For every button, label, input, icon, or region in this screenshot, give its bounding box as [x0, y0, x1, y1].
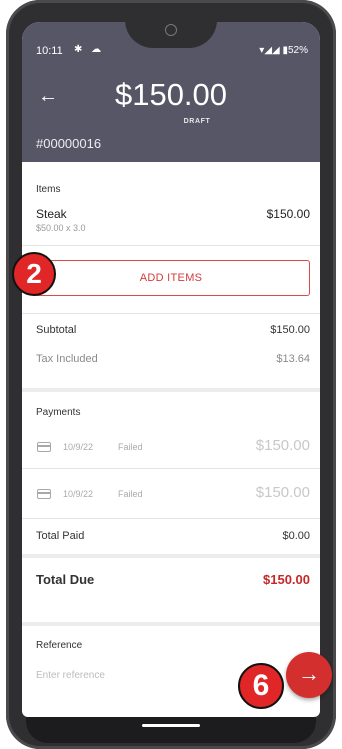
payment-status: Failed: [118, 489, 143, 499]
item-name: Steak: [36, 207, 67, 221]
total-paid-value: $0.00: [282, 530, 310, 542]
credit-card-icon: [37, 489, 51, 499]
order-number: #00000016: [36, 136, 102, 151]
subtotal-value: $150.00: [270, 324, 310, 336]
credit-card-icon: [37, 442, 51, 452]
add-items-button[interactable]: ADD ITEMS: [32, 260, 310, 296]
tax-value: $13.64: [276, 353, 310, 365]
subtotal-label: Subtotal: [36, 324, 77, 336]
order-amount: $150.00: [114, 77, 228, 112]
total-due-label: Total Due: [36, 572, 95, 587]
order-header: 10:11 ✱ ☁ ▾◢◢ ▮52% ← $150.00 DRAFT #0000…: [22, 22, 320, 162]
status-time: 10:11: [36, 45, 63, 57]
payment-date: 10/9/22: [63, 442, 94, 452]
camera-icon: [165, 24, 177, 36]
home-indicator[interactable]: [142, 724, 200, 727]
divider: [22, 245, 320, 246]
total-due-value: $150.00: [263, 572, 310, 587]
app-screen: 10:11 ✱ ☁ ▾◢◢ ▮52% ← $150.00 DRAFT #0000…: [22, 22, 320, 717]
section-divider: [22, 554, 320, 558]
order-status-badge: DRAFT: [183, 118, 211, 125]
divider: [22, 518, 320, 519]
section-divider: [22, 388, 320, 392]
payment-amount: $150.00: [255, 437, 310, 454]
next-arrow-button[interactable]: →: [286, 652, 332, 698]
item-price: $150.00: [266, 207, 310, 221]
payment-amount: $150.00: [255, 484, 310, 501]
item-quantity-detail: $50.00 x 3.0: [36, 223, 86, 233]
section-divider: [22, 622, 320, 626]
total-paid-label: Total Paid: [36, 530, 85, 542]
items-section-label: Items: [36, 184, 61, 195]
reference-input[interactable]: [36, 670, 216, 681]
arrow-right-icon: →: [298, 661, 320, 686]
divider: [22, 313, 320, 314]
payment-status: Failed: [118, 442, 143, 452]
step-badge-next: 6: [238, 663, 284, 709]
phone-chin: [26, 713, 316, 743]
divider: [22, 468, 320, 469]
step-badge-add-items: 2: [12, 252, 56, 296]
tax-label: Tax Included: [36, 353, 98, 365]
battery-status: ▾◢◢ ▮52%: [259, 45, 308, 56]
payments-section-label: Payments: [36, 407, 81, 418]
reference-label: Reference: [36, 640, 83, 651]
payment-date: 10/9/22: [63, 489, 94, 499]
notification-icons: ✱ ☁: [74, 44, 105, 55]
